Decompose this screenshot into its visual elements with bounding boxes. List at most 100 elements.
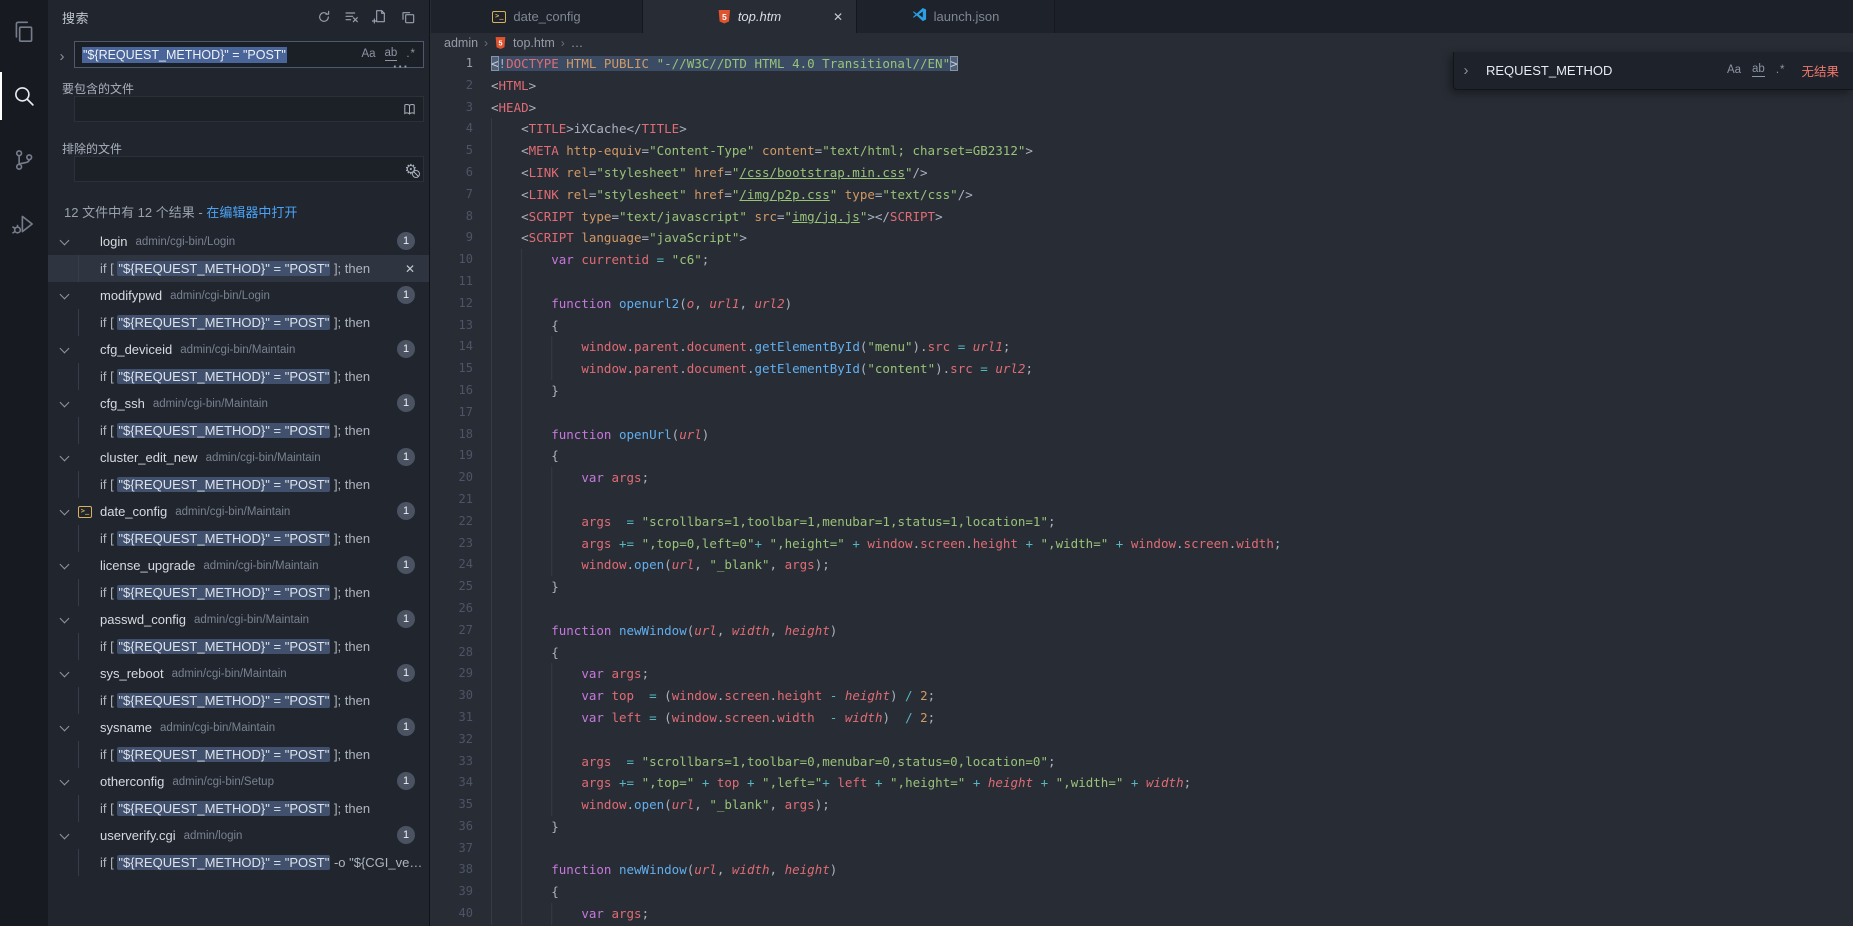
- result-file-path: admin/cgi-bin/Login: [170, 290, 270, 302]
- clear-search-results-icon[interactable]: [341, 6, 363, 28]
- result-count-badge: 1: [397, 772, 415, 790]
- open-in-editor-icon[interactable]: [397, 6, 419, 28]
- search-sidebar: 搜索 › "${REQUEST_METHOD}" = "POST" Aa ab …: [48, 0, 430, 926]
- line-number: 25: [431, 576, 473, 598]
- search-result-match-row[interactable]: if [ "${REQUEST_METHOD}" = "POST" ]; the…: [48, 363, 429, 390]
- code-editor[interactable]: 1<!DOCTYPE HTML PUBLIC "-//W3C//DTD HTML…: [431, 53, 1853, 926]
- result-file-path: admin/cgi-bin/Maintain: [160, 722, 275, 734]
- chevron-down-icon[interactable]: [60, 343, 70, 353]
- search-result-file-row[interactable]: modifypwd admin/cgi-bin/Login 1: [48, 282, 429, 309]
- code-line: 31var left = (window.screen.width - widt…: [431, 707, 1853, 729]
- tab-date_config[interactable]: >_date_config: [431, 0, 643, 33]
- result-file-name: date_config: [100, 504, 167, 519]
- chevron-down-icon[interactable]: [60, 451, 70, 461]
- search-result-file-row[interactable]: otherconfig admin/cgi-bin/Setup 1: [48, 768, 429, 795]
- chevron-down-icon[interactable]: [60, 505, 70, 515]
- search-result-file-row[interactable]: cfg_ssh admin/cgi-bin/Maintain 1: [48, 390, 429, 417]
- code-line: 38function newWindow(url, width, height): [431, 859, 1853, 881]
- toggle-replace-expand-icon[interactable]: ›: [1454, 62, 1478, 79]
- result-file-name: sysname: [100, 720, 152, 735]
- activity-search-icon[interactable]: [0, 64, 48, 128]
- tab-label: top.htm: [738, 9, 781, 24]
- file-icon: [78, 772, 93, 792]
- open-in-editor-link[interactable]: 在编辑器中打开: [206, 205, 297, 220]
- search-result-match-row[interactable]: if [ "${REQUEST_METHOD}" = "POST" ]; the…: [48, 309, 429, 336]
- chevron-down-icon[interactable]: [60, 613, 70, 623]
- files-to-exclude-input[interactable]: ⚙: [74, 156, 424, 182]
- search-result-file-row[interactable]: passwd_config admin/cgi-bin/Maintain 1: [48, 606, 429, 633]
- search-result-match-row[interactable]: if [ "${REQUEST_METHOD}" = "POST" ]; the…: [48, 579, 429, 606]
- regex-icon[interactable]: .*: [1776, 65, 1786, 77]
- activity-files-icon[interactable]: [0, 0, 48, 64]
- line-number: 29: [431, 663, 473, 685]
- use-exclude-settings-icon[interactable]: ⚙: [404, 162, 417, 176]
- files-to-exclude-label: 排除的文件: [62, 140, 122, 157]
- tab-launch.json[interactable]: launch.json: [857, 0, 1055, 33]
- line-number: 19: [431, 445, 473, 467]
- chevron-down-icon[interactable]: [60, 721, 70, 731]
- find-input[interactable]: REQUEST_METHOD: [1486, 63, 1612, 78]
- code-line: 8<SCRIPT type="text/javascript" src="img…: [431, 206, 1853, 228]
- breadcrumb-symbol[interactable]: …: [571, 36, 584, 50]
- chevron-down-icon[interactable]: [60, 559, 70, 569]
- find-widget: › REQUEST_METHOD Aa ab .* 无结果: [1453, 52, 1853, 90]
- line-number: 14: [431, 336, 473, 358]
- line-number: 3: [431, 97, 473, 119]
- toggle-search-details-icon[interactable]: ···: [393, 62, 409, 72]
- line-number: 9: [431, 227, 473, 249]
- toggle-replace-chevron[interactable]: ›: [54, 44, 70, 68]
- search-result-file-row[interactable]: login admin/cgi-bin/Login 1: [48, 228, 429, 255]
- match-line-text: if [ "${REQUEST_METHOD}" = "POST" ]; the…: [100, 693, 370, 708]
- search-result-match-row[interactable]: if [ "${REQUEST_METHOD}" = "POST" ]; the…: [48, 633, 429, 660]
- chevron-down-icon[interactable]: [60, 235, 70, 245]
- search-result-match-row[interactable]: if [ "${REQUEST_METHOD}" = "POST" ]; the…: [48, 255, 429, 282]
- search-result-file-row[interactable]: sys_reboot admin/cgi-bin/Maintain 1: [48, 660, 429, 687]
- whole-word-icon[interactable]: ab: [1752, 64, 1765, 77]
- tab-close-icon[interactable]: ✕: [833, 10, 843, 24]
- breadcrumb-file[interactable]: top.htm: [513, 36, 555, 50]
- code-line: 23args += ",top=0,left=0"+ ",height=" + …: [431, 533, 1853, 555]
- search-result-file-row[interactable]: license_upgrade admin/cgi-bin/Maintain 1: [48, 552, 429, 579]
- search-input[interactable]: "${REQUEST_METHOD}" = "POST" Aa ab .*: [74, 41, 424, 68]
- match-case-icon[interactable]: Aa: [1727, 65, 1741, 77]
- search-result-match-row[interactable]: if [ "${REQUEST_METHOD}" = "POST" ]; the…: [48, 741, 429, 768]
- new-search-editor-icon[interactable]: [369, 6, 391, 28]
- refresh-icon[interactable]: [313, 6, 335, 28]
- search-result-match-row[interactable]: if [ "${REQUEST_METHOD}" = "POST" ]; the…: [48, 795, 429, 822]
- line-number: 34: [431, 772, 473, 794]
- chevron-down-icon[interactable]: [60, 289, 70, 299]
- search-query-text: "${REQUEST_METHOD}" = "POST": [82, 47, 287, 63]
- search-result-file-row[interactable]: cluster_edit_new admin/cgi-bin/Maintain …: [48, 444, 429, 471]
- match-line-text: if [ "${REQUEST_METHOD}" = "POST" -o "${…: [100, 855, 422, 870]
- line-number: 10: [431, 249, 473, 271]
- dismiss-match-icon[interactable]: ✕: [405, 262, 415, 276]
- search-result-file-row[interactable]: cfg_deviceid admin/cgi-bin/Maintain 1: [48, 336, 429, 363]
- search-result-file-row[interactable]: sysname admin/cgi-bin/Maintain 1: [48, 714, 429, 741]
- tree-indent-guide: [78, 579, 79, 606]
- search-result-match-row[interactable]: if [ "${REQUEST_METHOD}" = "POST" ]; the…: [48, 525, 429, 552]
- line-number: 27: [431, 620, 473, 642]
- chevron-down-icon[interactable]: [60, 775, 70, 785]
- search-result-file-row[interactable]: >_ date_config admin/cgi-bin/Maintain 1: [48, 498, 429, 525]
- search-result-match-row[interactable]: if [ "${REQUEST_METHOD}" = "POST" ]; the…: [48, 417, 429, 444]
- chevron-down-icon[interactable]: [60, 829, 70, 839]
- search-result-match-row[interactable]: if [ "${REQUEST_METHOD}" = "POST" ]; the…: [48, 687, 429, 714]
- activity-source-control-icon[interactable]: [0, 128, 48, 192]
- search-result-match-row[interactable]: if [ "${REQUEST_METHOD}" = "POST" ]; the…: [48, 471, 429, 498]
- code-line: 21: [431, 489, 1853, 511]
- activity-run-debug-icon[interactable]: [0, 192, 48, 256]
- chevron-down-icon[interactable]: [60, 667, 70, 677]
- file-icon: [78, 286, 93, 306]
- breadcrumb-folder[interactable]: admin: [444, 36, 478, 50]
- match-case-icon[interactable]: Aa: [361, 49, 375, 61]
- result-file-name: otherconfig: [100, 774, 164, 789]
- chevron-down-icon[interactable]: [60, 397, 70, 407]
- results-summary-text: 12 文件中有 12 个结果 -: [64, 205, 206, 220]
- code-line: 9<SCRIPT language="javaScript">: [431, 227, 1853, 249]
- search-result-file-row[interactable]: userverify.cgi admin/login 1: [48, 822, 429, 849]
- search-result-match-row[interactable]: if [ "${REQUEST_METHOD}" = "POST" -o "${…: [48, 849, 429, 876]
- files-to-include-input[interactable]: [74, 96, 424, 122]
- search-open-editors-icon[interactable]: [402, 102, 417, 117]
- code-line: 25}: [431, 576, 1853, 598]
- tab-top.htm[interactable]: 5top.htm✕: [643, 0, 857, 33]
